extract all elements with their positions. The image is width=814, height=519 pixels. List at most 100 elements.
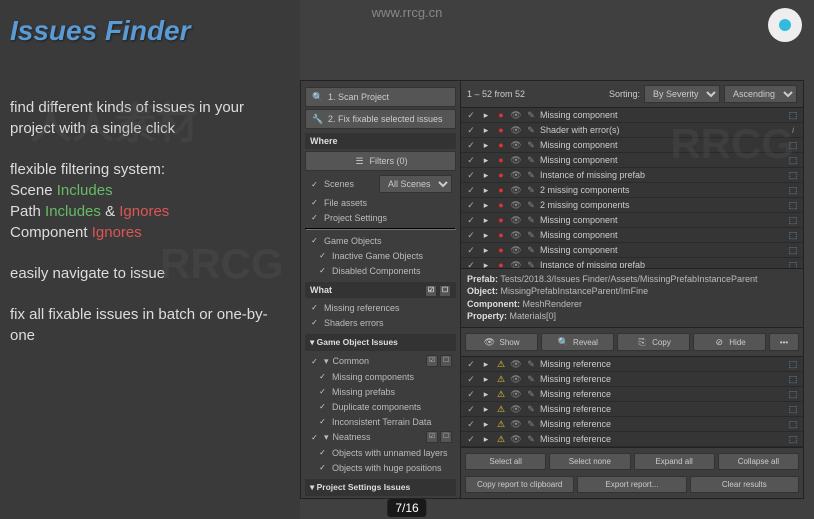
select-none-button[interactable]: Select none xyxy=(549,453,630,470)
fix-issues-button[interactable]: 🔧2. Fix fixable selected issues xyxy=(305,109,456,129)
missing-comp-check[interactable]: Missing components xyxy=(305,369,456,384)
issue-row[interactable]: ✓▸⚠👁✎Missing reference⬚ xyxy=(461,402,803,417)
edit-icon[interactable]: ✎ xyxy=(525,433,537,445)
check-icon[interactable]: ✓ xyxy=(465,154,477,166)
hide-button[interactable]: ⊘Hide xyxy=(693,333,766,351)
scenes-check[interactable]: Scenes All Scenes xyxy=(305,173,456,195)
check-icon[interactable]: ✓ xyxy=(465,373,477,385)
issues-list[interactable]: ✓▸●👁✎Missing component⬚✓▸●👁✎Shader with … xyxy=(461,108,803,268)
check-icon[interactable]: ✓ xyxy=(465,403,477,415)
eye-icon[interactable]: 👁 xyxy=(510,388,522,400)
issue-row[interactable]: ✓▸●👁✎Missing component⬚ xyxy=(461,243,803,258)
expand-all-button[interactable]: Expand all xyxy=(634,453,715,470)
go-issues-header[interactable]: ▾ Game Object Issues xyxy=(305,334,456,351)
copy-report-button[interactable]: Copy report to clipboard xyxy=(465,476,574,493)
select-all-icon[interactable]: ☑ xyxy=(426,355,438,367)
select-none-icon[interactable]: ☐ xyxy=(440,355,452,367)
expand-icon[interactable]: ▸ xyxy=(480,373,492,385)
sort-by-dropdown[interactable]: By Severity xyxy=(644,85,720,103)
issue-row[interactable]: ✓▸●👁✎Missing component⬚ xyxy=(461,153,803,168)
issue-row[interactable]: ✓▸⚠👁✎Missing reference⬚ xyxy=(461,432,803,447)
expand-icon[interactable]: ▸ xyxy=(480,154,492,166)
expand-icon[interactable]: ▸ xyxy=(480,124,492,136)
expand-icon[interactable]: ▸ xyxy=(480,418,492,430)
scan-project-button[interactable]: 🔍1. Scan Project xyxy=(305,87,456,107)
filters-button[interactable]: ☰Filters (0) xyxy=(305,151,456,171)
edit-icon[interactable]: ✎ xyxy=(525,403,537,415)
expand-icon[interactable]: ▸ xyxy=(480,214,492,226)
reveal-button[interactable]: 🔍Reveal xyxy=(541,333,614,351)
eye-icon[interactable]: 👁 xyxy=(510,109,522,121)
issue-row[interactable]: ✓▸●👁✎Missing component⬚ xyxy=(461,138,803,153)
check-icon[interactable]: ✓ xyxy=(465,418,477,430)
issue-row[interactable]: ✓▸●👁✎Instance of missing prefab⬚ xyxy=(461,258,803,268)
check-icon[interactable]: ✓ xyxy=(465,244,477,256)
missing-ref-check[interactable]: Missing references xyxy=(305,300,456,315)
select-none-icon[interactable]: ☐ xyxy=(440,431,452,443)
sort-order-dropdown[interactable]: Ascending xyxy=(724,85,797,103)
eye-icon[interactable]: 👁 xyxy=(510,139,522,151)
inactive-go-check[interactable]: Inactive Game Objects xyxy=(305,248,456,263)
edit-icon[interactable]: ✎ xyxy=(525,373,537,385)
issues-list-2[interactable]: ✓▸⚠👁✎Missing reference⬚✓▸⚠👁✎Missing refe… xyxy=(461,357,803,447)
collapse-all-button[interactable]: Collapse all xyxy=(718,453,799,470)
export-report-button[interactable]: Export report... xyxy=(577,476,686,493)
huge-pos-check[interactable]: Objects with huge positions xyxy=(305,460,456,475)
eye-icon[interactable]: 👁 xyxy=(510,403,522,415)
expand-icon[interactable]: ▸ xyxy=(480,244,492,256)
dup-comp-check[interactable]: Duplicate components xyxy=(305,399,456,414)
issue-row[interactable]: ✓▸⚠👁✎Missing reference⬚ xyxy=(461,372,803,387)
check-icon[interactable]: ✓ xyxy=(465,229,477,241)
eye-icon[interactable]: 👁 xyxy=(510,418,522,430)
edit-icon[interactable]: ✎ xyxy=(525,124,537,136)
eye-icon[interactable]: 👁 xyxy=(510,199,522,211)
expand-icon[interactable]: ▸ xyxy=(480,139,492,151)
project-settings-check[interactable]: Project Settings xyxy=(305,210,456,225)
issue-row[interactable]: ✓▸⚠👁✎Missing reference⬚ xyxy=(461,387,803,402)
eye-icon[interactable]: 👁 xyxy=(510,229,522,241)
select-all-icon[interactable]: ☑ xyxy=(426,431,438,443)
expand-icon[interactable]: ▸ xyxy=(480,169,492,181)
shaders-err-check[interactable]: Shaders errors xyxy=(305,315,456,330)
eye-icon[interactable]: 👁 xyxy=(510,169,522,181)
edit-icon[interactable]: ✎ xyxy=(525,139,537,151)
ps-issues-header[interactable]: ▾ Project Settings Issues xyxy=(305,479,456,496)
issue-row[interactable]: ✓▸●👁✎2 missing components⬚ xyxy=(461,183,803,198)
check-icon[interactable]: ✓ xyxy=(465,124,477,136)
edit-icon[interactable]: ✎ xyxy=(525,244,537,256)
expand-icon[interactable]: ▸ xyxy=(480,403,492,415)
select-all-icon[interactable]: ☑ xyxy=(425,285,437,297)
issue-row[interactable]: ✓▸⚠👁✎Missing reference⬚ xyxy=(461,357,803,372)
edit-icon[interactable]: ✎ xyxy=(525,388,537,400)
edit-icon[interactable]: ✎ xyxy=(525,109,537,121)
check-icon[interactable]: ✓ xyxy=(465,214,477,226)
check-icon[interactable]: ✓ xyxy=(465,139,477,151)
expand-icon[interactable]: ▸ xyxy=(480,388,492,400)
eye-icon[interactable]: 👁 xyxy=(510,373,522,385)
issue-row[interactable]: ✓▸●👁✎Missing component⬚ xyxy=(461,108,803,123)
eye-icon[interactable]: 👁 xyxy=(510,154,522,166)
check-icon[interactable]: ✓ xyxy=(465,259,477,268)
edit-icon[interactable]: ✎ xyxy=(525,199,537,211)
eye-icon[interactable]: 👁 xyxy=(510,124,522,136)
issue-row[interactable]: ✓▸●👁✎Instance of missing prefab⬚ xyxy=(461,168,803,183)
disabled-comp-check[interactable]: Disabled Components xyxy=(305,263,456,278)
common-group[interactable]: ▾ Common☑☐ xyxy=(305,353,456,369)
neatness-group[interactable]: ▾ Neatness☑☐ xyxy=(305,429,456,445)
issue-row[interactable]: ✓▸●👁✎Missing component⬚ xyxy=(461,213,803,228)
edit-icon[interactable]: ✎ xyxy=(525,229,537,241)
issue-row[interactable]: ✓▸●👁✎Shader with error(s)i xyxy=(461,123,803,138)
check-icon[interactable]: ✓ xyxy=(465,169,477,181)
edit-icon[interactable]: ✎ xyxy=(525,169,537,181)
select-none-icon[interactable]: ☐ xyxy=(439,285,451,297)
file-assets-check[interactable]: File assets xyxy=(305,195,456,210)
issue-row[interactable]: ✓▸●👁✎Missing component⬚ xyxy=(461,228,803,243)
missing-prefabs-check[interactable]: Missing prefabs xyxy=(305,384,456,399)
edit-icon[interactable]: ✎ xyxy=(525,184,537,196)
check-icon[interactable]: ✓ xyxy=(465,199,477,211)
issue-row[interactable]: ✓▸⚠👁✎Missing reference⬚ xyxy=(461,417,803,432)
eye-icon[interactable]: 👁 xyxy=(510,214,522,226)
eye-icon[interactable]: 👁 xyxy=(510,259,522,268)
game-objects-check[interactable]: Game Objects xyxy=(305,233,456,248)
expand-icon[interactable]: ▸ xyxy=(480,184,492,196)
